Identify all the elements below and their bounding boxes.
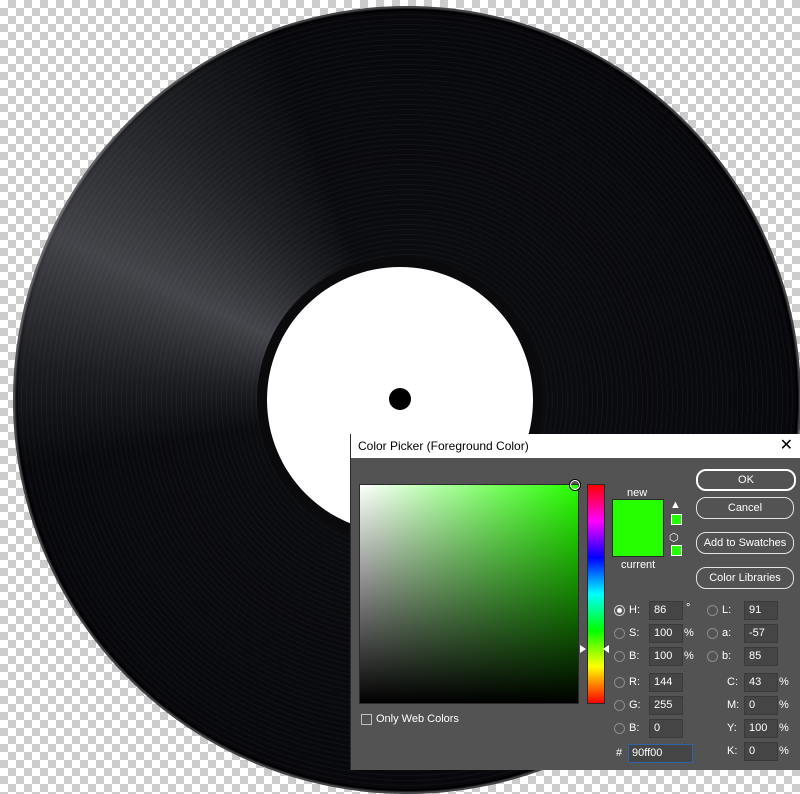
lab-l-label: L: — [722, 604, 732, 616]
magenta-unit: % — [779, 699, 789, 711]
red-input[interactable]: 144 — [649, 673, 683, 692]
lab-a-label: a: — [722, 627, 732, 639]
web-safe-cube-icon: ⬡ — [669, 532, 679, 544]
brightness-radio[interactable] — [614, 651, 625, 662]
saturation-label: S: — [629, 627, 640, 639]
magenta-input[interactable]: 0 — [744, 696, 778, 715]
green-label: G: — [629, 699, 641, 711]
hue-radio[interactable] — [614, 605, 625, 616]
blue-label: B: — [629, 722, 640, 734]
black-label: K: — [727, 745, 738, 757]
degree-unit: ° — [686, 602, 691, 614]
lab-a-input[interactable]: -57 — [744, 624, 778, 643]
ok-button[interactable]: OK — [696, 469, 796, 491]
hue-label: H: — [629, 604, 640, 616]
lab-b-radio[interactable] — [707, 651, 718, 662]
current-color-swatch[interactable] — [612, 528, 664, 557]
color-field[interactable] — [359, 480, 580, 704]
saturation-input[interactable]: 100 — [649, 624, 683, 643]
hex-input[interactable]: 90ff00 — [628, 744, 693, 763]
new-color-label: new — [627, 487, 648, 499]
hue-input[interactable]: 86 — [649, 601, 683, 620]
magenta-label: M: — [727, 699, 740, 711]
green-input[interactable]: 255 — [649, 696, 683, 715]
yellow-unit: % — [779, 722, 789, 734]
current-color-label: current — [621, 559, 656, 571]
cyan-unit: % — [779, 676, 789, 688]
black-unit: % — [779, 745, 789, 757]
hex-hash-label: # — [616, 747, 623, 759]
blue-input[interactable]: 0 — [649, 719, 683, 738]
cyan-input[interactable]: 43 — [744, 673, 778, 692]
record-spindle-hole — [389, 388, 411, 410]
gamut-correction-swatch[interactable] — [671, 514, 682, 525]
yellow-input[interactable]: 100 — [744, 719, 778, 738]
saturation-unit: % — [684, 627, 694, 639]
lab-a-radio[interactable] — [707, 628, 718, 639]
only-web-colors-checkbox[interactable] — [361, 714, 372, 725]
yellow-label: Y: — [727, 722, 737, 734]
cancel-button[interactable]: Cancel — [696, 497, 794, 519]
lab-l-input[interactable]: 91 — [744, 601, 778, 620]
add-to-swatches-button[interactable]: Add to Swatches — [696, 532, 794, 554]
hue-slider-left-arrow-icon[interactable] — [580, 645, 586, 653]
new-color-swatch — [612, 499, 664, 529]
red-label: R: — [629, 676, 640, 688]
dialog-title: Color Picker (Foreground Color) — [358, 439, 529, 453]
hue-slider-right-arrow-icon[interactable] — [603, 645, 609, 653]
black-input[interactable]: 0 — [744, 742, 778, 761]
brightness-unit: % — [684, 650, 694, 662]
out-of-gamut-warning-icon: ▲ — [670, 499, 681, 511]
brightness-input[interactable]: 100 — [649, 647, 683, 666]
color-field-cursor[interactable] — [570, 480, 580, 490]
color-libraries-button[interactable]: Color Libraries — [696, 567, 794, 589]
dialog-titlebar: Color Picker (Foreground Color) ✕ — [351, 434, 800, 458]
color-picker-dialog: Color Picker (Foreground Color) ✕ new cu… — [350, 434, 800, 770]
lab-b-label: b: — [722, 650, 732, 662]
lab-b-input[interactable]: 85 — [744, 647, 778, 666]
cyan-label: C: — [727, 676, 738, 688]
red-radio[interactable] — [614, 677, 625, 688]
lab-l-radio[interactable] — [707, 605, 718, 616]
hue-slider[interactable] — [587, 484, 605, 704]
blue-radio[interactable] — [614, 723, 625, 734]
close-icon[interactable]: ✕ — [780, 434, 793, 458]
saturation-radio[interactable] — [614, 628, 625, 639]
web-safe-swatch[interactable] — [671, 545, 682, 556]
green-radio[interactable] — [614, 700, 625, 711]
only-web-colors-label: Only Web Colors — [376, 713, 459, 725]
brightness-label: B: — [629, 650, 640, 662]
